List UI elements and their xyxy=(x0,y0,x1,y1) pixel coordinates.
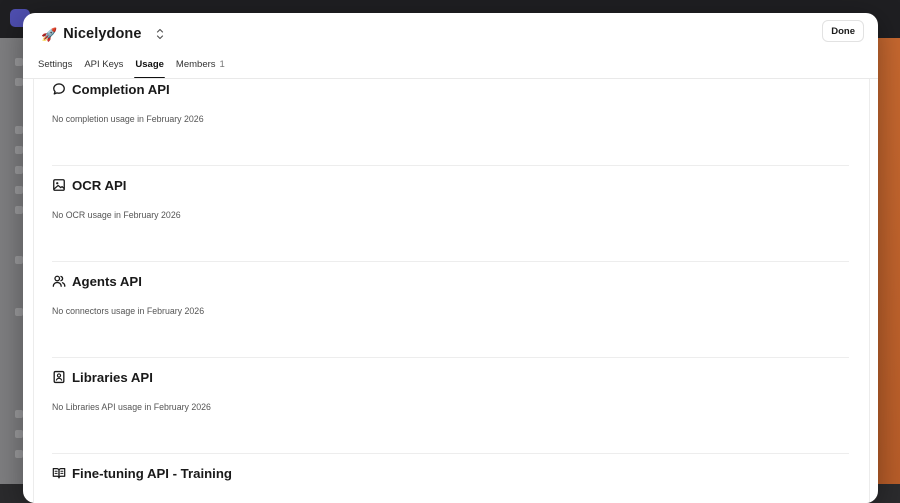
usage-section-ocr: OCR API No OCR usage in February 2026 xyxy=(52,176,849,221)
sidebar-icon xyxy=(15,410,23,418)
rocket-icon: 🚀 xyxy=(41,26,58,42)
sidebar-icon xyxy=(15,308,23,316)
section-title: OCR API xyxy=(72,177,127,193)
members-count-badge: 1 xyxy=(219,59,225,70)
sidebar-icon xyxy=(15,450,23,458)
usage-section-fine-tuning-training: Fine-tuning API - Training xyxy=(52,464,849,482)
sidebar-icon xyxy=(15,430,23,438)
usage-section-completion: Completion API No completion usage in Fe… xyxy=(52,80,849,125)
org-switcher[interactable]: 🚀 Nicelydone xyxy=(41,23,165,45)
section-title: Completion API xyxy=(72,81,170,97)
section-title: Agents API xyxy=(72,273,142,289)
usage-section-libraries: Libraries API No Libraries API usage in … xyxy=(52,368,849,413)
tab-label: Usage xyxy=(135,59,164,70)
tab-label: Settings xyxy=(38,59,73,70)
tab-members[interactable]: Members 1 xyxy=(176,55,225,78)
users-icon xyxy=(52,275,66,287)
sidebar-icon xyxy=(15,256,23,264)
tab-api-keys[interactable]: API Keys xyxy=(84,55,123,78)
workspace-settings-modal: 🚀 Nicelydone Done Settings API Keys Usag… xyxy=(23,13,878,503)
org-name: Nicelydone xyxy=(63,26,142,42)
sidebar-icon xyxy=(15,58,23,66)
section-divider xyxy=(52,357,849,358)
sidebar-icon xyxy=(15,206,23,214)
section-title: Libraries API xyxy=(72,369,153,385)
sidebar-icon xyxy=(15,166,23,174)
empty-usage-text: No connectors usage in February 2026 xyxy=(52,306,205,316)
tab-label: API Keys xyxy=(84,59,124,70)
usage-scroll-area[interactable]: Completion API No completion usage in Fe… xyxy=(33,79,870,503)
image-icon xyxy=(53,179,65,191)
book-open-icon xyxy=(52,468,66,479)
tab-label: Members xyxy=(175,59,216,70)
empty-usage-text: No completion usage in February 2026 xyxy=(52,114,204,124)
section-divider xyxy=(52,453,849,454)
sidebar-icon xyxy=(15,186,23,194)
usage-section-agents: Agents API No connectors usage in Februa… xyxy=(52,272,849,317)
sidebar-icon xyxy=(15,126,23,134)
settings-tabs: Settings API Keys Usage Members 1 xyxy=(38,55,225,79)
tab-usage[interactable]: Usage xyxy=(134,55,165,79)
empty-usage-text: No Libraries API usage in February 2026 xyxy=(52,402,211,412)
sidebar-icon xyxy=(15,78,23,86)
done-button[interactable]: Done xyxy=(822,20,864,42)
chat-bubble-icon xyxy=(53,83,65,95)
section-title: Fine-tuning API - Training xyxy=(72,465,232,481)
section-divider xyxy=(52,261,849,262)
section-divider xyxy=(52,165,849,166)
tab-settings[interactable]: Settings xyxy=(38,55,72,78)
empty-usage-text: No OCR usage in February 2026 xyxy=(52,210,181,220)
chevron-up-down-icon xyxy=(156,28,163,40)
sidebar-icon xyxy=(15,146,23,154)
library-icon xyxy=(53,370,65,384)
